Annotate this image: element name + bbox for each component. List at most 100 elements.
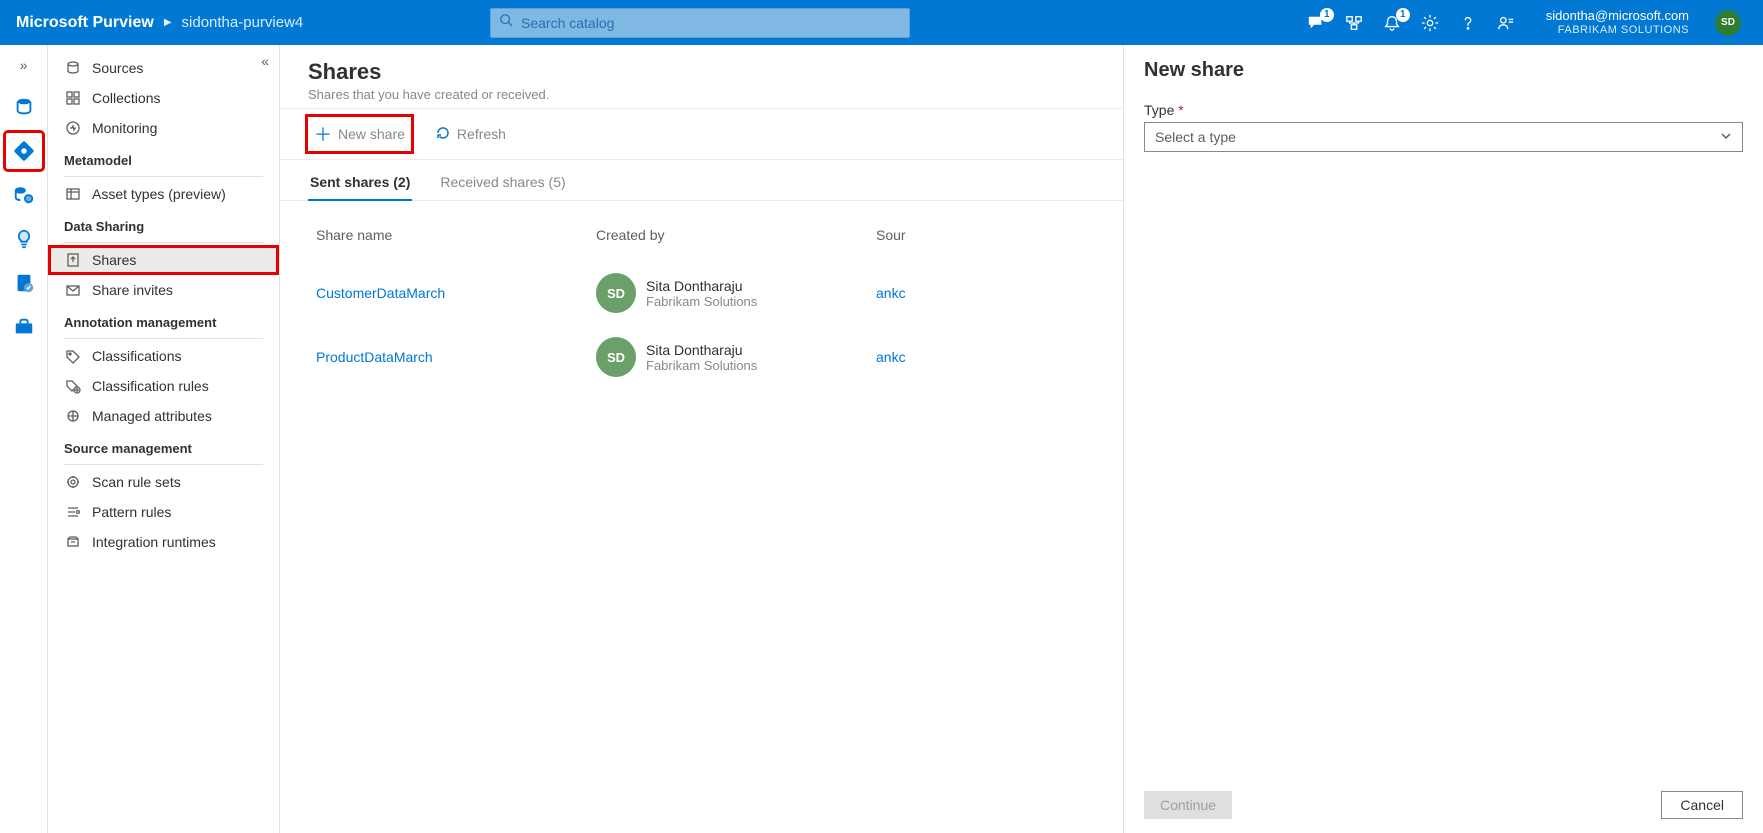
nav-item-sources[interactable]: Sources xyxy=(48,53,279,83)
header-actions: 1 1 sidontha@microsoft.com FABRIKAM SOLU… xyxy=(1306,8,1763,37)
panel-title: New share xyxy=(1144,59,1743,82)
nav-label: Classification rules xyxy=(92,378,209,394)
breadcrumb-chevron-icon: ▶ xyxy=(164,17,172,28)
product-name: Microsoft Purview xyxy=(16,14,154,32)
assettypes-icon xyxy=(64,186,82,202)
rail-item-data-map[interactable] xyxy=(6,133,42,169)
panel-header: New share xyxy=(1124,45,1763,96)
managedattr-icon xyxy=(64,408,82,424)
nav-label: Pattern rules xyxy=(92,504,171,520)
notifications-badge: 1 xyxy=(1396,8,1410,22)
tab-received-shares[interactable]: Received shares (5) xyxy=(438,168,567,200)
nav-item-shares[interactable]: Shares xyxy=(48,245,279,275)
rail-item-data-estate[interactable] xyxy=(6,177,42,213)
rail-item-management[interactable] xyxy=(6,309,42,345)
creator-name: Sita Dontharaju xyxy=(646,278,757,294)
user-avatar[interactable]: SD xyxy=(1715,10,1741,36)
rail-item-insights[interactable] xyxy=(6,221,42,257)
nav-label: Scan rule sets xyxy=(92,474,181,490)
search-icon xyxy=(499,13,513,32)
share-link[interactable]: ProductDataMarch xyxy=(316,349,433,365)
search-box[interactable] xyxy=(490,8,910,38)
top-header: Microsoft Purview ▶ sidontha-purview4 1 … xyxy=(0,0,1763,45)
nav-item-asset-types[interactable]: Asset types (preview) xyxy=(48,179,279,209)
type-field-label: Type * xyxy=(1144,102,1743,118)
sources-icon xyxy=(64,60,82,76)
source-link[interactable]: ankc xyxy=(876,349,906,365)
chevron-down-icon xyxy=(1720,129,1732,145)
shares-icon xyxy=(64,252,82,268)
nav-group-annotation: Annotation management xyxy=(48,305,279,336)
nav-label: Share invites xyxy=(92,282,173,298)
nav-label: Integration runtimes xyxy=(92,534,216,550)
nav-label: Asset types (preview) xyxy=(92,186,226,202)
header-brand: Microsoft Purview ▶ sidontha-purview4 xyxy=(0,14,320,32)
source-link[interactable]: ankc xyxy=(876,285,906,301)
nav-item-monitoring[interactable]: Monitoring xyxy=(48,113,279,143)
type-select[interactable]: Select a type xyxy=(1144,122,1743,152)
continue-button[interactable]: Continue xyxy=(1144,791,1232,819)
refresh-button[interactable]: Refresh xyxy=(429,121,512,148)
creator-name: Sita Dontharaju xyxy=(646,342,757,358)
nav-item-pattern-rules[interactable]: Pattern rules xyxy=(48,497,279,527)
monitoring-icon xyxy=(64,120,82,136)
nav-label: Collections xyxy=(92,90,160,106)
user-block[interactable]: sidontha@microsoft.com FABRIKAM SOLUTION… xyxy=(1534,8,1697,37)
feedback-badge: 1 xyxy=(1320,8,1334,22)
main-content: Shares Shares that you have created or r… xyxy=(280,45,1763,833)
directory-icon[interactable] xyxy=(1344,13,1364,33)
feedback-icon[interactable]: 1 xyxy=(1306,13,1326,33)
cancel-button[interactable]: Cancel xyxy=(1661,791,1743,819)
nav-collapse-icon[interactable]: « xyxy=(261,53,269,69)
account-name[interactable]: sidontha-purview4 xyxy=(182,14,304,31)
refresh-icon xyxy=(435,125,451,144)
user-org: FABRIKAM SOLUTIONS xyxy=(1546,24,1689,37)
search-input[interactable] xyxy=(521,15,901,31)
nav-label: Classifications xyxy=(92,348,181,364)
scanrules-icon xyxy=(64,474,82,490)
share-link[interactable]: CustomerDataMarch xyxy=(316,285,445,301)
rail-item-data-catalog[interactable] xyxy=(6,89,42,125)
rail-item-policy[interactable] xyxy=(6,265,42,301)
nav-group-datasharing: Data Sharing xyxy=(48,209,279,240)
nav-label: Managed attributes xyxy=(92,408,212,424)
nav-item-share-invites[interactable]: Share invites xyxy=(48,275,279,305)
panel-body: Type * Select a type xyxy=(1124,96,1763,777)
invites-icon xyxy=(64,282,82,298)
classifications-icon xyxy=(64,348,82,364)
nav-item-classification-rules[interactable]: Classification rules xyxy=(48,371,279,401)
search-wrap xyxy=(490,8,910,38)
tab-sent-shares[interactable]: Sent shares (2) xyxy=(308,168,412,200)
nav-item-integration-runtimes[interactable]: Integration runtimes xyxy=(48,527,279,557)
nav-label: Shares xyxy=(92,252,136,268)
creator-org: Fabrikam Solutions xyxy=(646,358,757,373)
creator-cell: SD Sita Dontharaju Fabrikam Solutions xyxy=(596,337,860,377)
refresh-label: Refresh xyxy=(457,126,506,142)
nav-item-collections[interactable]: Collections xyxy=(48,83,279,113)
secondary-nav: « Sources Collections Monitoring Metamod… xyxy=(48,45,280,833)
patternrules-icon xyxy=(64,504,82,520)
creator-avatar: SD xyxy=(596,337,636,377)
user-email: sidontha@microsoft.com xyxy=(1546,8,1689,24)
nav-item-scan-rule-sets[interactable]: Scan rule sets xyxy=(48,467,279,497)
col-created-by[interactable]: Created by xyxy=(588,217,868,261)
new-share-label: New share xyxy=(338,126,405,142)
nav-group-sourcemgmt: Source management xyxy=(48,431,279,462)
panel-footer: Continue Cancel xyxy=(1124,777,1763,833)
notifications-icon[interactable]: 1 xyxy=(1382,13,1402,33)
required-asterisk: * xyxy=(1178,102,1183,118)
support-icon[interactable] xyxy=(1496,13,1516,33)
nav-item-managed-attributes[interactable]: Managed attributes xyxy=(48,401,279,431)
classrules-icon xyxy=(64,378,82,394)
collections-icon xyxy=(64,90,82,106)
settings-icon[interactable] xyxy=(1420,13,1440,33)
plus-icon: ＋ xyxy=(314,121,332,147)
rail-expand-icon[interactable]: » xyxy=(20,53,28,81)
nav-item-classifications[interactable]: Classifications xyxy=(48,341,279,371)
nav-label: Monitoring xyxy=(92,120,157,136)
creator-org: Fabrikam Solutions xyxy=(646,294,757,309)
help-icon[interactable] xyxy=(1458,13,1478,33)
creator-avatar: SD xyxy=(596,273,636,313)
new-share-button[interactable]: ＋ New share xyxy=(308,117,411,151)
col-share-name[interactable]: Share name xyxy=(308,217,588,261)
